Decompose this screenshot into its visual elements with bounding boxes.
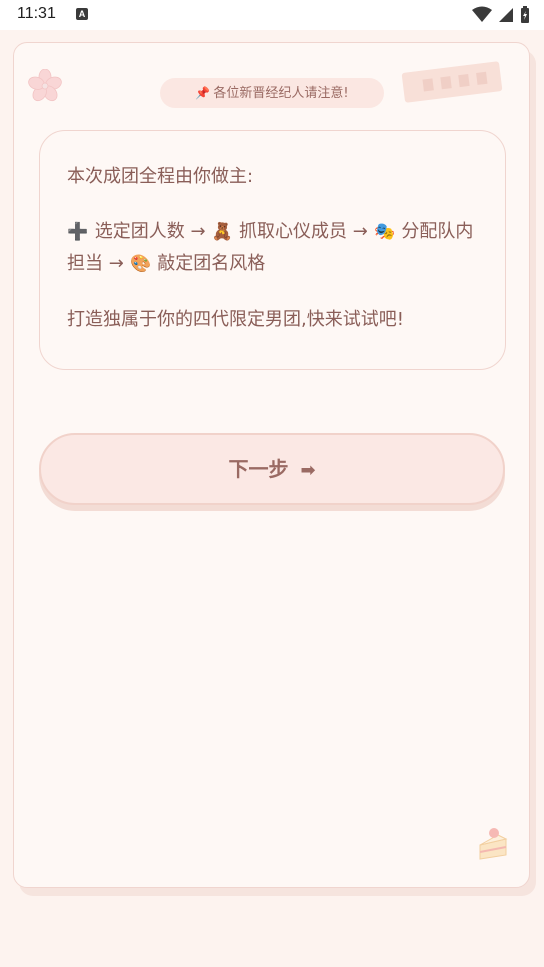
step-arrow: → [190, 221, 206, 242]
step-text: 敲定团名风格 [157, 253, 266, 274]
notification-icon: A [76, 8, 88, 20]
wifi-icon [471, 6, 492, 22]
intro-steps: ➕ 选定团人数 → 🧸 抓取心仪成员 → 🎭 分配队内担当 → 🎨 敲定团名风格 [67, 216, 479, 280]
next-step-label: 下一步 [228, 457, 289, 481]
intro-box: 本次成团全程由你做主: ➕ 选定团人数 → 🧸 抓取心仪成员 → 🎭 分配队内担… [39, 130, 506, 370]
cake-icon [479, 828, 508, 860]
intro-closing: 打造独属于你的四代限定男团,快来试试吧! [67, 309, 404, 330]
pin-icon: 📌 [195, 86, 211, 100]
status-bar: 11:31 A [0, 0, 544, 30]
plus-icon: ➕ [67, 222, 89, 242]
palette-icon: 🎨 [129, 254, 152, 274]
next-step-button[interactable]: 下一步 ➡ [39, 433, 505, 505]
notice-text: 各位新晋经纪人请注意! [213, 86, 349, 101]
notice-badge: 📌 各位新晋经纪人请注意! [160, 78, 384, 108]
step-text: 选定团人数 [94, 221, 185, 242]
ticket-icon [401, 61, 503, 103]
step-arrow: → [352, 221, 368, 242]
status-indicators [471, 6, 530, 24]
masks-icon: 🎭 [374, 222, 396, 242]
signal-icon [498, 8, 513, 22]
intro-heading: 本次成团全程由你做主: [67, 166, 254, 187]
sakura-icon [28, 69, 62, 102]
status-time: 11:31 [17, 5, 56, 22]
battery-icon [521, 6, 529, 23]
main-card: 📌 各位新晋经纪人请注意! 本次成团全程由你做主: ➕ 选定团人数 → 🧸 抓取心… [13, 42, 530, 888]
step-text: 抓取心仪成员 [239, 221, 348, 242]
step-arrow: → [108, 253, 124, 274]
arrow-right-icon: ➡ [300, 460, 316, 481]
teddy-bear-icon: 🧸 [211, 222, 233, 242]
